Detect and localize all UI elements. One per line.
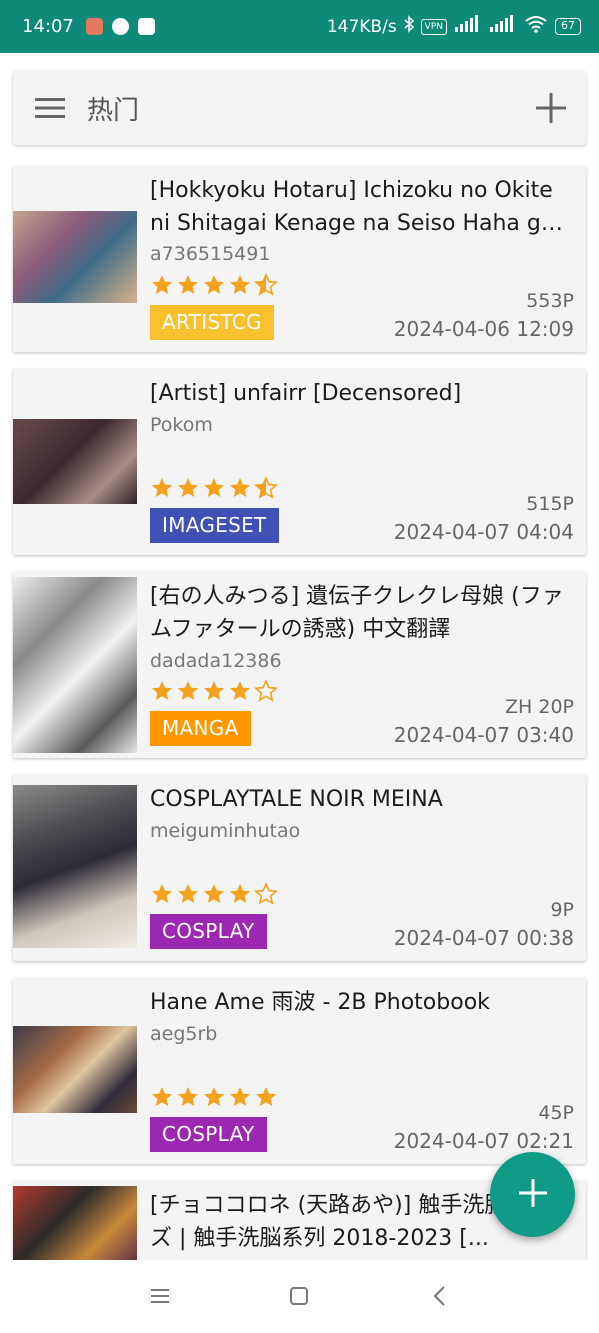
signal-icon: [454, 15, 482, 38]
gallery-card[interactable]: Hane Ame 雨波 - 2B Photobook aeg5rb COSPLAY 4…: [13, 978, 586, 1164]
gallery-thumbnail[interactable]: [13, 1186, 137, 1266]
back-icon[interactable]: [428, 1284, 452, 1308]
plus-icon[interactable]: [534, 91, 568, 125]
posted-date: 2024-04-07 04:04: [393, 520, 574, 544]
recents-icon[interactable]: [148, 1284, 172, 1308]
notification-app-icon: [85, 18, 103, 35]
gallery-title: [Hokkyoku Hotaru] Ichizoku no Okite ni S…: [150, 178, 555, 236]
gallery-card[interactable]: [Hokkyoku Hotaru] Ichizoku no Okite ni S…: [13, 166, 586, 352]
gallery-title: [右の人みつる] 遺伝子クレクレ母娘 (ファムファタールの誘惑) 中文翻譯: [150, 584, 564, 642]
battery-indicator: 67: [555, 18, 581, 35]
gallery-thumbnail[interactable]: [13, 419, 137, 504]
notification-cat-icon: [137, 18, 155, 35]
network-speed: 147KB/s: [326, 16, 397, 37]
gallery-title: Hane Ame 雨波 - 2B Photobook: [150, 990, 490, 1015]
status-time: 14:07: [22, 16, 74, 37]
add-fab-button[interactable]: [490, 1152, 575, 1237]
rating-stars: [150, 679, 278, 703]
gallery-thumbnail[interactable]: [13, 1026, 137, 1113]
page-count: ZH 20P: [505, 696, 574, 718]
gallery-uploader[interactable]: Pokom: [150, 414, 213, 436]
hamburger-icon[interactable]: [35, 97, 65, 119]
status-bar: 14:07 147KB/s VPN 67: [0, 0, 599, 53]
gallery-thumbnail[interactable]: [13, 785, 137, 948]
page-count: 515P: [526, 493, 574, 515]
gallery-uploader[interactable]: meiguminhutao: [150, 820, 300, 842]
gallery-card[interactable]: [右の人みつる] 遺伝子クレクレ母娘 (ファムファタールの誘惑) 中文翻譯 dad…: [13, 572, 586, 758]
category-badge: IMAGESET: [150, 508, 279, 543]
posted-date: 2024-04-07 00:38: [393, 926, 574, 950]
search-bar[interactable]: 热门: [13, 71, 586, 145]
signal-icon-2: [489, 15, 517, 38]
gallery-uploader[interactable]: a736515491: [150, 243, 270, 265]
posted-date: 2024-04-06 12:09: [393, 317, 574, 341]
notification-chrome-icon: [111, 18, 129, 35]
rating-stars: [150, 476, 278, 500]
gallery-card[interactable]: COSPLAYTALE NOIR MEINA meiguminhutao COSPL…: [13, 775, 586, 961]
page-count: 45P: [538, 1102, 574, 1124]
bluetooth-icon: [404, 15, 414, 38]
page-count: 553P: [526, 290, 574, 312]
page-title: 热门: [87, 95, 140, 126]
gallery-title: [Artist] unfairr [Decensored]: [150, 381, 462, 406]
category-badge: MANGA: [150, 711, 251, 746]
plus-icon: [516, 1176, 550, 1214]
category-badge: COSPLAY: [150, 1117, 267, 1152]
gallery-uploader[interactable]: aeg5rb: [150, 1023, 217, 1045]
home-icon[interactable]: [287, 1284, 311, 1308]
system-nav-bar: [0, 1260, 599, 1333]
gallery-title: COSPLAYTALE NOIR MEINA: [150, 787, 443, 812]
gallery-thumbnail[interactable]: [13, 577, 137, 753]
rating-stars: [150, 882, 278, 906]
posted-date: 2024-04-07 02:21: [393, 1129, 574, 1153]
page-count: 9P: [550, 899, 574, 921]
rating-stars: [150, 1085, 278, 1109]
gallery-card[interactable]: [Artist] unfairr [Decensored] Pokom IMAGES…: [13, 369, 586, 555]
gallery-uploader[interactable]: dadada12386: [150, 650, 282, 672]
wifi-icon: [524, 15, 548, 38]
category-badge: COSPLAY: [150, 914, 267, 949]
posted-date: 2024-04-07 03:40: [393, 723, 574, 747]
gallery-thumbnail[interactable]: [13, 211, 137, 303]
category-badge: ARTISTCG: [150, 305, 274, 340]
rating-stars: [150, 273, 278, 297]
vpn-badge: VPN: [420, 18, 447, 35]
